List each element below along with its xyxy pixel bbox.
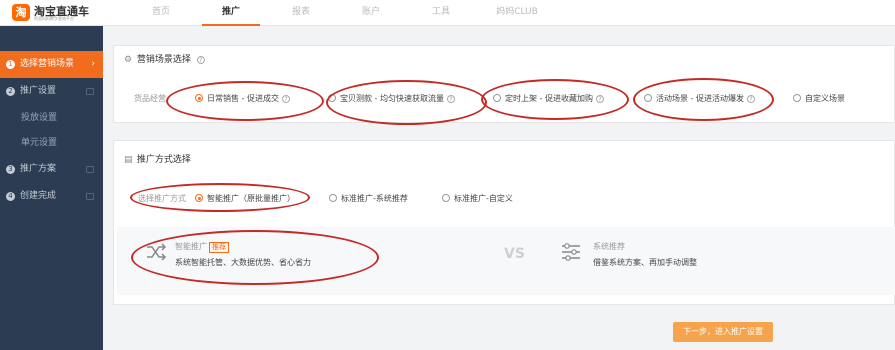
smart-promo-title: 智能推广 推荐	[175, 241, 229, 253]
sidebar-item-label: 创建完成	[20, 191, 57, 201]
radio-icon	[793, 94, 801, 102]
option-label: 定时上架 - 促进收藏加购	[505, 94, 593, 103]
radio-icon	[493, 94, 501, 102]
lock-icon	[86, 166, 94, 173]
smart-shuffle-icon	[147, 243, 167, 261]
radio-icon	[329, 194, 337, 202]
method-row-label: 选择推广方式	[138, 194, 186, 203]
option-label: 标准推广-自定义	[454, 194, 513, 203]
radio-icon	[644, 94, 652, 102]
option-label: 自定义场景	[805, 94, 845, 103]
scene-option-campaign[interactable]: 活动场景 - 促进活动爆发?	[644, 93, 755, 105]
nav-promotion[interactable]: 推广	[202, 0, 260, 26]
help-icon[interactable]: ?	[281, 94, 290, 103]
scene-option-custom[interactable]: 自定义场景	[793, 93, 845, 105]
option-label: 智能推广（原批量推广）	[207, 194, 295, 203]
sliders-icon	[562, 243, 580, 261]
scene-option-daily-sales[interactable]: 日常销售 - 促进成交?	[195, 93, 290, 105]
help-icon[interactable]: ?	[446, 94, 455, 103]
marketing-scene-header: ⚙ 营销场景选择 ?	[124, 52, 205, 68]
chevron-right-icon: ›	[91, 59, 95, 69]
sidebar-item-unit-settings[interactable]: 单元设置	[0, 130, 103, 157]
recommend-badge: 推荐	[209, 242, 229, 253]
sidebar-item-promotion-plan[interactable]: 3 推广方案	[0, 156, 103, 183]
method-option-standard-custom[interactable]: 标准推广-自定义	[442, 193, 513, 205]
sidebar-item-label: 推广方案	[20, 164, 57, 174]
sidebar-item-delivery-settings[interactable]: 投放设置	[0, 105, 103, 132]
radio-checked-icon	[195, 94, 203, 102]
option-label: 日常销售 - 促进成交	[207, 94, 279, 103]
step-number: 1	[6, 60, 15, 69]
scene-option-scheduled-listing[interactable]: 定时上架 - 促进收藏加购?	[493, 93, 604, 105]
nav-mama-club[interactable]: 妈妈CLUB	[482, 0, 552, 26]
section-title: 推广方式选择	[136, 155, 191, 165]
section-title: 营销场景选择	[136, 55, 191, 65]
option-label: 标准推广-系统推荐	[341, 194, 408, 203]
lock-icon	[86, 193, 94, 200]
help-icon[interactable]: ?	[746, 94, 755, 103]
method-option-standard-recommended[interactable]: 标准推广-系统推荐	[329, 193, 408, 205]
step-number: 3	[6, 165, 15, 174]
list-icon: ▤	[124, 155, 133, 165]
sidebar-item-label: 投放设置	[21, 113, 58, 123]
nav-tools[interactable]: 工具	[412, 0, 470, 26]
promotion-method-header: ▤ 推广方式选择	[124, 152, 191, 168]
nav-account[interactable]: 账户	[342, 0, 400, 26]
step-number: 4	[6, 192, 15, 201]
radio-checked-icon	[195, 194, 203, 202]
sidebar-item-creation-complete[interactable]: 4 创建完成	[0, 183, 103, 210]
marketing-scene-card: ⚙ 营销场景选择 ?	[113, 45, 895, 123]
sidebar-item-promotion-settings[interactable]: 2 推广设置	[0, 78, 103, 105]
option-label: 活动场景 - 促进活动爆发	[656, 94, 744, 103]
step-sidebar: 1 选择营销场景 › 2 推广设置 投放设置 单元设置 3 推广方案 4 创建完…	[0, 26, 103, 350]
smart-promo-title-text: 智能推广	[175, 242, 207, 251]
step-number: 2	[6, 87, 15, 96]
vs-label: VS	[504, 246, 525, 262]
scene-row-label: 货品经营	[134, 94, 166, 103]
brand-subtitle: 阿里妈妈数字营销平台	[34, 16, 74, 21]
method-option-smart[interactable]: 智能推广（原批量推广）	[195, 193, 295, 205]
sidebar-item-label: 推广设置	[20, 86, 57, 96]
system-recommend-title: 系统推荐	[593, 242, 625, 251]
smart-promo-desc: 系统智能托管、大数据优势、省心省力	[175, 258, 311, 267]
sidebar-item-marketing-scene[interactable]: 1 选择营销场景 ›	[0, 51, 103, 78]
next-step-button[interactable]: 下一步，进入推广设置	[673, 322, 773, 342]
help-icon[interactable]: ?	[595, 94, 604, 103]
system-recommend-desc: 借鉴系统方案、再加手动调整	[593, 258, 697, 267]
option-label: 宝贝测款 - 均匀快速获取流量	[340, 94, 444, 103]
nav-reports[interactable]: 报表	[272, 0, 330, 26]
top-bar: 淘 淘宝直通车 阿里妈妈数字营销平台 首页 推广 报表 账户 工具 妈妈CLUB	[0, 0, 895, 26]
sidebar-item-label: 单元设置	[21, 138, 58, 148]
sidebar-item-label: 选择营销场景	[20, 59, 75, 69]
help-icon[interactable]: ?	[196, 55, 205, 64]
nav-home[interactable]: 首页	[132, 0, 190, 26]
radio-icon	[328, 94, 336, 102]
lock-icon	[86, 88, 94, 95]
scene-option-item-testing[interactable]: 宝贝测款 - 均匀快速获取流量?	[328, 93, 455, 105]
main-nav: 首页 推广 报表 账户 工具 妈妈CLUB	[132, 0, 564, 26]
brand-logo[interactable]: 淘 淘宝直通车 阿里妈妈数字营销平台	[12, 3, 107, 23]
radio-icon	[442, 194, 450, 202]
settings-icon: ⚙	[124, 55, 133, 65]
logo-icon: 淘	[12, 4, 30, 21]
